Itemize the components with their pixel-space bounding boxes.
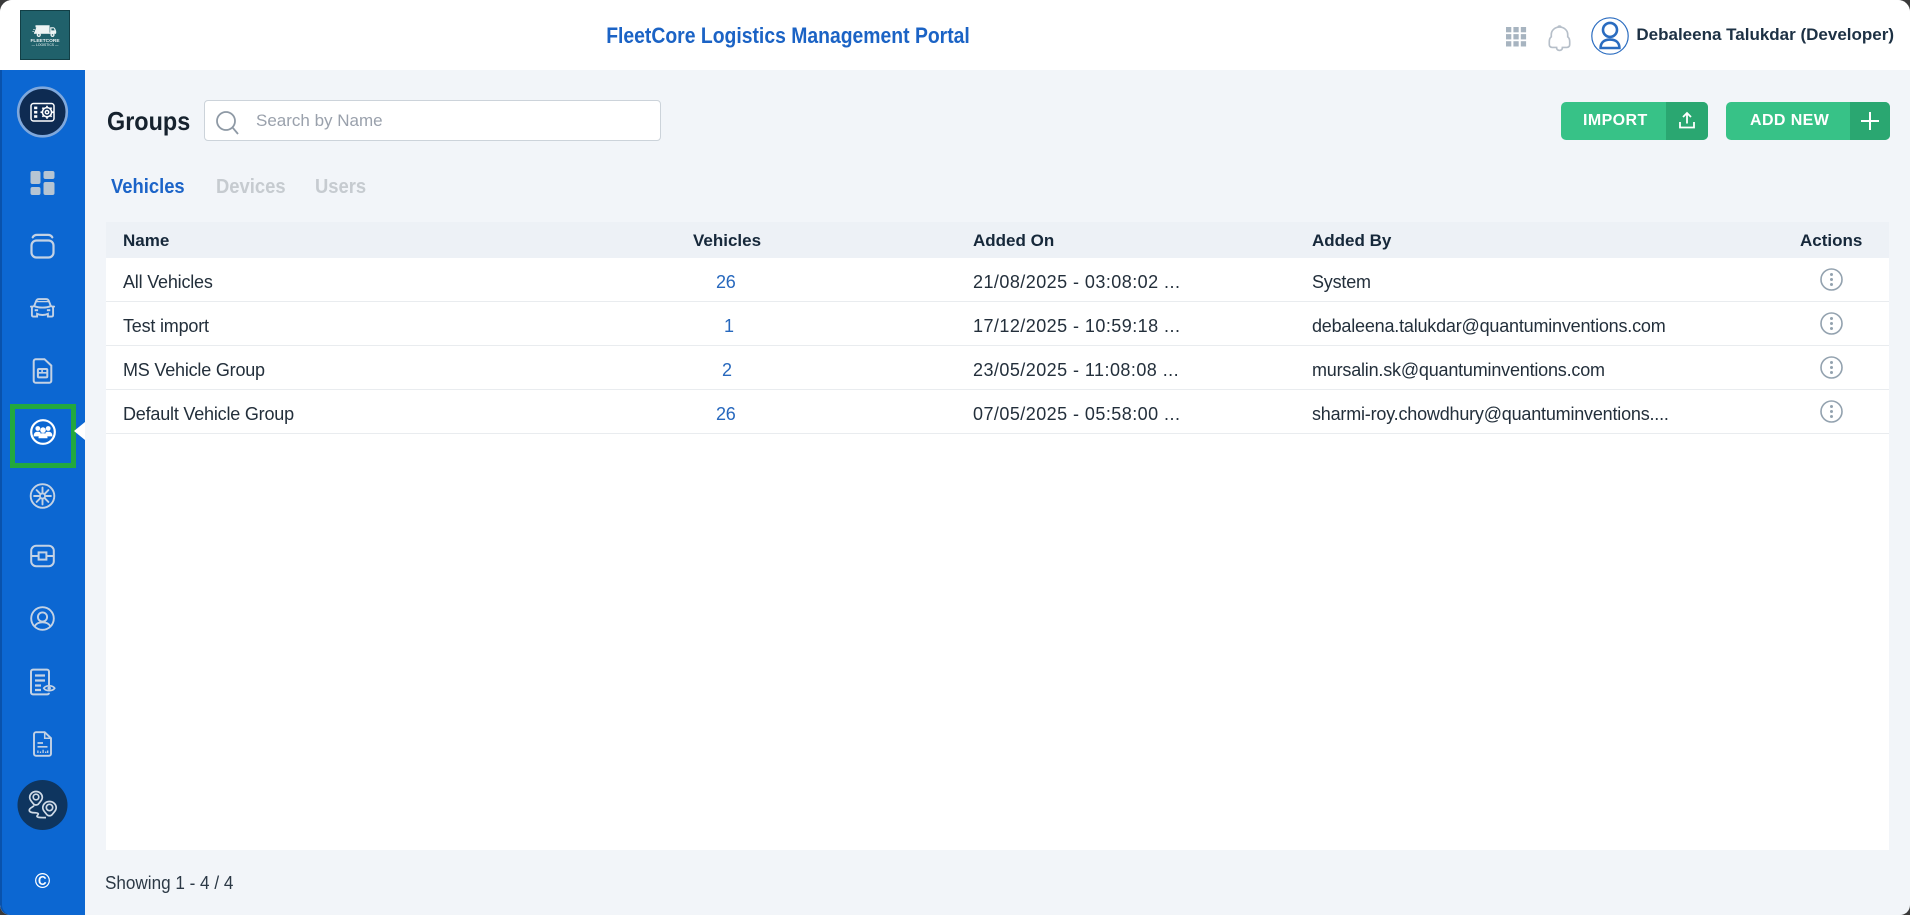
svg-text:— LOGISTICS —: — LOGISTICS —	[32, 43, 59, 47]
